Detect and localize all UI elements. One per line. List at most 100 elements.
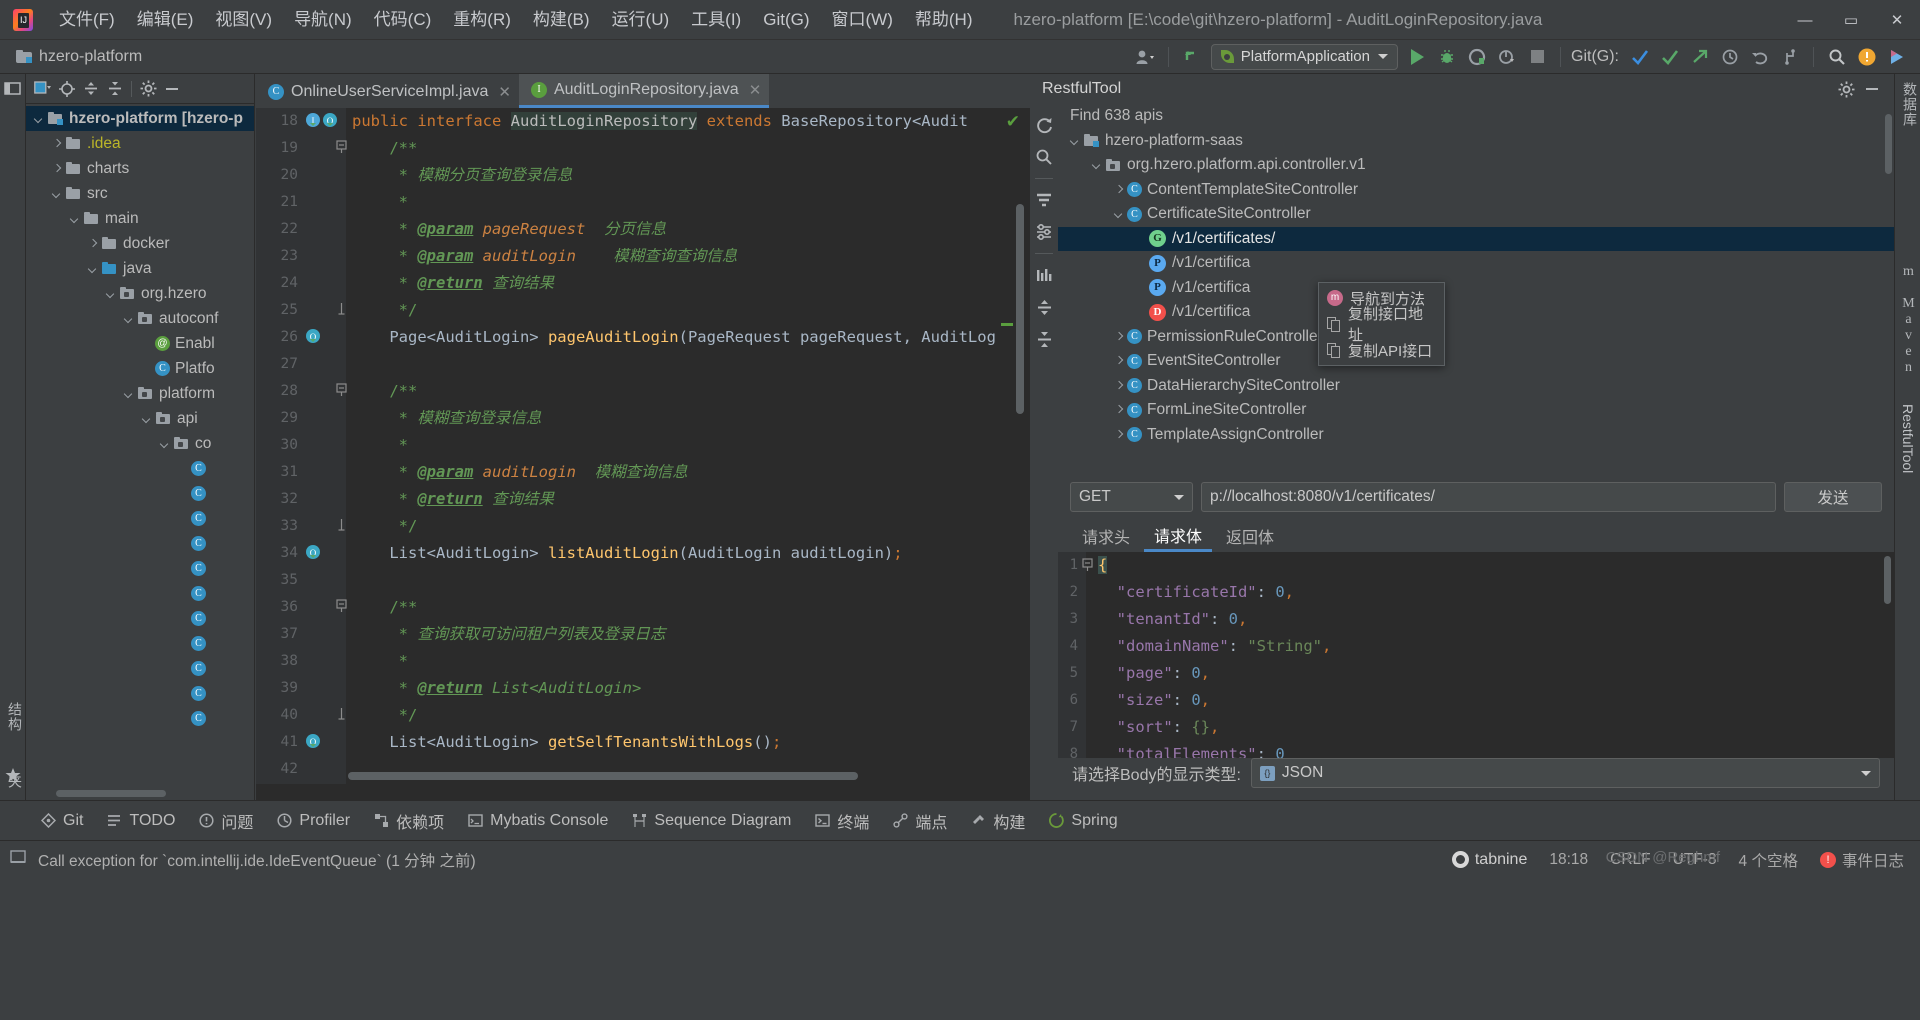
code-fold-toggle[interactable] bbox=[336, 140, 347, 157]
collapse-all-icon[interactable] bbox=[104, 78, 126, 100]
database-tab[interactable]: 数据库 bbox=[1900, 82, 1920, 127]
project-tree-row[interactable]: C bbox=[26, 506, 254, 531]
bottom-tab-8[interactable]: 端点 bbox=[882, 805, 957, 837]
project-tree-row[interactable]: charts bbox=[26, 156, 254, 181]
chevron-down-icon[interactable] bbox=[86, 262, 100, 276]
api-tree-row[interactable]: C FormLineSiteController bbox=[1058, 398, 1894, 423]
project-tree-row[interactable]: C bbox=[26, 656, 254, 681]
chevron-right-icon[interactable] bbox=[1112, 354, 1126, 368]
chevron-right-icon[interactable] bbox=[50, 162, 64, 176]
bottom-tab-4[interactable]: 依赖项 bbox=[363, 805, 454, 837]
git-update-icon[interactable] bbox=[1625, 44, 1655, 70]
collapse-all-icon[interactable] bbox=[1031, 324, 1057, 354]
gear-icon[interactable] bbox=[137, 78, 159, 100]
menu-item-9[interactable]: Git(G) bbox=[752, 5, 820, 35]
menu-item-4[interactable]: 代码(C) bbox=[363, 5, 443, 35]
api-tree-row[interactable]: D/v1/certifica bbox=[1058, 300, 1894, 325]
chevron-down-icon[interactable] bbox=[68, 212, 82, 226]
indent-setting[interactable]: 4 个空格 bbox=[1739, 849, 1798, 871]
editor-horizontal-scrollbar[interactable] bbox=[348, 772, 858, 780]
group-by-icon[interactable] bbox=[1031, 260, 1057, 290]
bottom-tab-3[interactable]: Profiler bbox=[266, 808, 360, 834]
implementation-gutter-icon[interactable]: O bbox=[304, 544, 344, 566]
project-view-selector-icon[interactable] bbox=[32, 78, 54, 100]
event-log-button[interactable]: ! 事件日志 bbox=[1819, 849, 1904, 871]
git-history-icon[interactable] bbox=[1715, 44, 1745, 70]
bottom-tab-10[interactable]: Spring bbox=[1038, 808, 1127, 834]
menu-item-0[interactable]: 文件(F) bbox=[48, 5, 126, 35]
implementation-gutter-icon[interactable]: O bbox=[304, 328, 344, 350]
project-tree-row[interactable]: C bbox=[26, 681, 254, 706]
api-tree-row[interactable]: C DataHierarchySiteController bbox=[1058, 374, 1894, 399]
project-tree-row[interactable]: autoconf bbox=[26, 306, 254, 331]
bottom-tab-2[interactable]: 问题 bbox=[188, 805, 263, 837]
minimize-button[interactable]: — bbox=[1782, 0, 1828, 40]
chevron-down-icon[interactable] bbox=[122, 312, 136, 326]
implementation-gutter-icon[interactable]: O bbox=[304, 733, 344, 755]
project-tree-row[interactable]: C Platfo bbox=[26, 356, 254, 381]
project-tree-row[interactable]: platform bbox=[26, 381, 254, 406]
project-tree-row[interactable]: @ Enabl bbox=[26, 331, 254, 356]
editor-tab[interactable]: C OnlineUserServiceImpl.java ✕ bbox=[256, 75, 519, 108]
code-fold-toggle[interactable] bbox=[336, 599, 347, 616]
api-tree-row[interactable]: C EventSiteController bbox=[1058, 349, 1894, 374]
menu-item-2[interactable]: 视图(V) bbox=[204, 5, 283, 35]
restful-settings-icon[interactable] bbox=[1834, 77, 1858, 101]
bottom-tab-7[interactable]: 终端 bbox=[804, 805, 879, 837]
bottom-tab-6[interactable]: Sequence Diagram bbox=[621, 808, 801, 834]
project-tree-row[interactable]: org.hzero bbox=[26, 281, 254, 306]
api-tree-row[interactable]: G/v1/certificates/ bbox=[1058, 226, 1894, 251]
chevron-right-icon[interactable] bbox=[1112, 183, 1126, 197]
bottom-tab-9[interactable]: 构建 bbox=[960, 805, 1035, 837]
chevron-down-icon[interactable] bbox=[140, 412, 154, 426]
bottom-tab-0[interactable]: Git bbox=[30, 808, 93, 834]
code-fold-toggle[interactable] bbox=[336, 707, 347, 724]
close-button[interactable]: ✕ bbox=[1874, 0, 1920, 40]
project-tree-row[interactable]: java bbox=[26, 256, 254, 281]
chevron-down-icon[interactable] bbox=[1068, 134, 1082, 148]
user-avatar-icon[interactable] bbox=[1130, 44, 1160, 70]
body-type-select[interactable]: {} JSON bbox=[1250, 758, 1880, 788]
request-tab[interactable]: 请求体 bbox=[1144, 520, 1213, 552]
chevron-right-icon[interactable] bbox=[1112, 330, 1126, 344]
run-configuration-selector[interactable]: PlatformApplication bbox=[1210, 43, 1398, 70]
close-icon[interactable]: ✕ bbox=[498, 83, 511, 101]
project-tab-icon[interactable] bbox=[4, 80, 21, 102]
menu-item-3[interactable]: 导航(N) bbox=[283, 5, 363, 35]
run-with-coverage-button[interactable] bbox=[1462, 44, 1492, 70]
debug-button[interactable] bbox=[1432, 44, 1462, 70]
chevron-down-icon[interactable] bbox=[122, 387, 136, 401]
request-tab[interactable]: 请求头 bbox=[1072, 520, 1140, 552]
request-body-editor[interactable]: 1{2 "certificateId": 0, 3 "tenantId": 0, 4… bbox=[1058, 552, 1894, 758]
api-tree-row[interactable]: P/v1/certifica bbox=[1058, 276, 1894, 301]
project-tree-row[interactable]: hzero-platform [hzero-p bbox=[26, 106, 254, 131]
api-tree-row[interactable]: C PermissionRuleController bbox=[1058, 325, 1894, 350]
expand-all-icon[interactable] bbox=[80, 78, 102, 100]
project-tree-row[interactable]: .idea bbox=[26, 131, 254, 156]
request-tab[interactable]: 返回体 bbox=[1216, 520, 1284, 552]
code-editor[interactable]: 18 public interface AuditLoginRepository … bbox=[256, 108, 1030, 784]
maximize-button[interactable]: ▭ bbox=[1828, 0, 1874, 40]
menu-item-8[interactable]: 工具(I) bbox=[680, 5, 752, 35]
search-icon[interactable] bbox=[1031, 142, 1057, 172]
http-method-select[interactable]: GET bbox=[1070, 482, 1193, 512]
filter-icon[interactable] bbox=[1031, 185, 1057, 215]
hide-panel-icon[interactable] bbox=[161, 78, 183, 100]
project-tree-row[interactable]: C bbox=[26, 456, 254, 481]
bottom-tab-5[interactable]: Mybatis Console bbox=[457, 808, 618, 834]
context-menu-item[interactable]: 复制接口地址 bbox=[1319, 306, 1444, 344]
editor-scrollbar[interactable] bbox=[1016, 204, 1024, 414]
request-url-input[interactable]: p://localhost:8080/v1/certificates/ bbox=[1201, 482, 1776, 512]
vcs-update-icon[interactable] bbox=[1177, 44, 1207, 70]
body-fold-toggle[interactable] bbox=[1082, 558, 1093, 576]
status-message[interactable]: Call exception for `com.intellij.ide.Ide… bbox=[38, 849, 476, 871]
tabnine-indicator[interactable]: tabnine bbox=[1451, 851, 1527, 869]
settings-sliders-icon[interactable] bbox=[1031, 217, 1057, 247]
favorites-star-icon[interactable] bbox=[5, 767, 21, 788]
menu-item-1[interactable]: 编辑(E) bbox=[126, 5, 205, 35]
close-icon[interactable]: ✕ bbox=[749, 81, 762, 99]
chevron-right-icon[interactable] bbox=[50, 137, 64, 151]
api-tree-row[interactable]: C TemplateAssignController bbox=[1058, 423, 1894, 448]
project-tree-row[interactable]: C bbox=[26, 631, 254, 656]
chevron-right-icon[interactable] bbox=[1112, 403, 1126, 417]
